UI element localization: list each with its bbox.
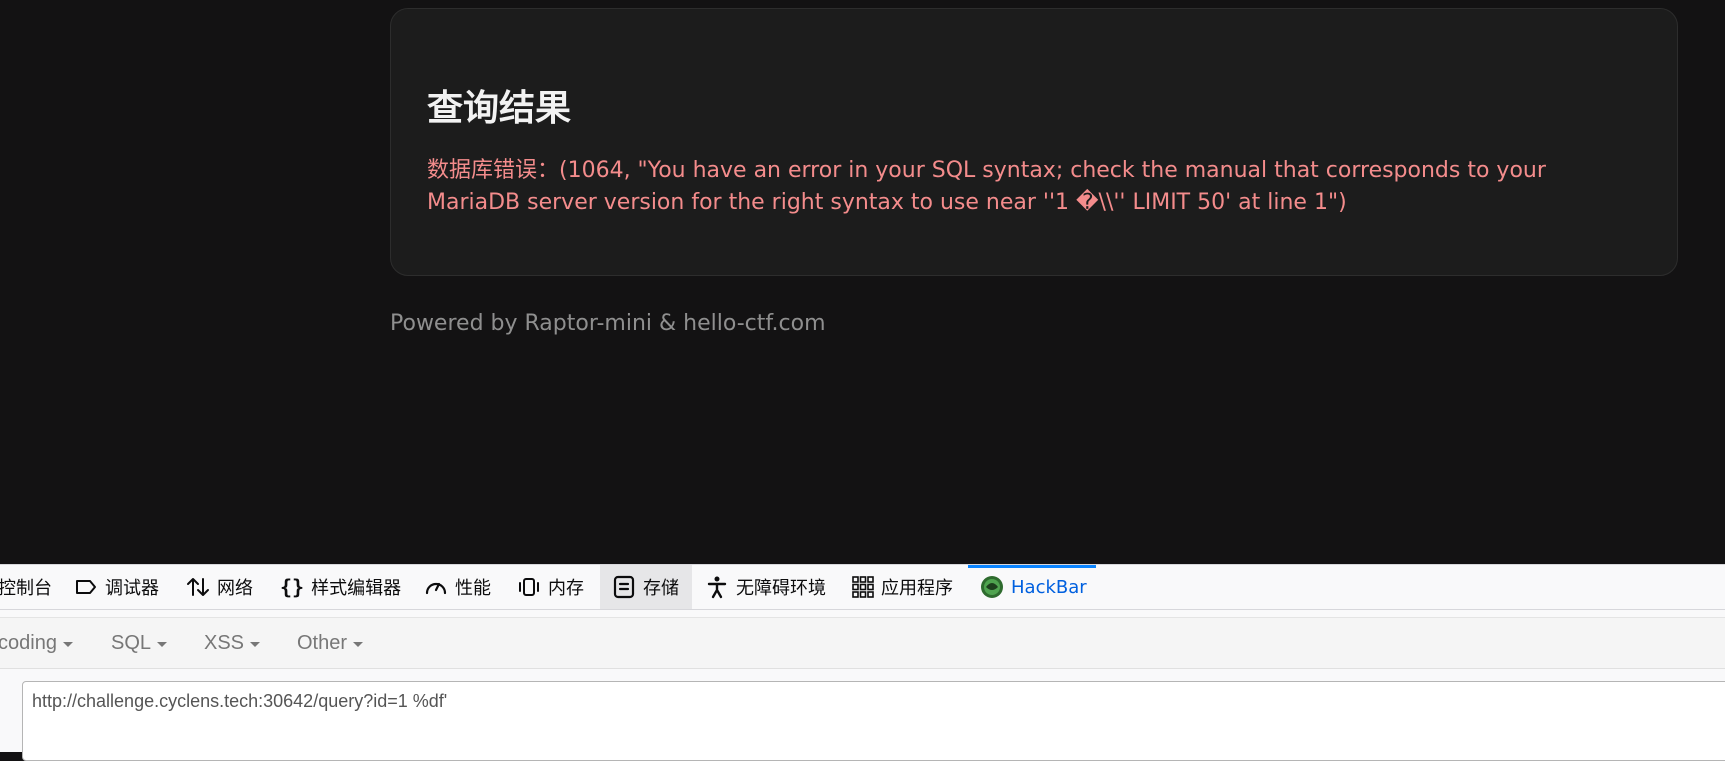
- tab-application[interactable]: 应用程序: [852, 565, 953, 609]
- menu-sql[interactable]: SQL: [111, 618, 168, 668]
- devtools-panel: 控制台 调试器 网络 {} 样式编辑器 性能 内存 存储 无障碍环境 应用程序 …: [0, 564, 1725, 761]
- storage-icon: [612, 575, 636, 599]
- tab-label: 网络: [217, 578, 253, 599]
- hackbar-icon: [980, 575, 1004, 599]
- tab-hackbar[interactable]: HackBar: [968, 565, 1096, 609]
- tab-network[interactable]: 网络: [186, 565, 253, 609]
- tab-label: 应用程序: [881, 578, 953, 599]
- hackbar-menubar: coding SQL XSS Other: [0, 617, 1725, 669]
- accessibility-icon: [705, 575, 729, 599]
- application-icon: [852, 576, 874, 598]
- network-icon: [186, 576, 210, 598]
- menu-encoding[interactable]: coding: [0, 618, 73, 668]
- menu-label: SQL: [111, 631, 152, 654]
- tab-console[interactable]: 控制台: [0, 565, 52, 609]
- menu-label: XSS: [204, 631, 245, 654]
- tab-memory[interactable]: 内存: [517, 565, 584, 609]
- tab-label: 存储: [643, 578, 679, 599]
- menu-label: Other: [297, 631, 348, 654]
- tab-label: 无障碍环境: [736, 578, 826, 599]
- footer-text: Powered by Raptor-mini & hello-ctf.com: [390, 311, 826, 336]
- caret-down-icon: [62, 642, 73, 647]
- caret-down-icon: [250, 642, 261, 647]
- tab-label: 控制台: [0, 578, 52, 599]
- tab-performance[interactable]: 性能: [424, 565, 491, 609]
- debugger-icon: [74, 577, 98, 597]
- tab-accessibility[interactable]: 无障碍环境: [705, 565, 826, 609]
- url-input[interactable]: http://challenge.cyclens.tech:30642/quer…: [22, 681, 1725, 761]
- menu-label: coding: [0, 631, 57, 654]
- tab-storage[interactable]: 存储: [600, 565, 692, 609]
- tab-style-editor[interactable]: {} 样式编辑器: [280, 565, 401, 609]
- tab-label: 性能: [455, 578, 491, 599]
- caret-down-icon: [157, 642, 168, 647]
- caret-down-icon: [353, 642, 364, 647]
- tab-label: 内存: [548, 578, 584, 599]
- style-editor-icon: {}: [280, 575, 305, 599]
- performance-icon: [424, 576, 448, 598]
- tab-label: 调试器: [105, 578, 159, 599]
- menu-other[interactable]: Other: [297, 618, 364, 668]
- error-message: 数据库错误：(1064, "You have an error in your …: [427, 158, 1546, 215]
- tab-label: HackBar: [1011, 576, 1087, 598]
- browser-viewport: 查询结果 数据库错误：(1064, "You have an error in …: [0, 0, 1725, 564]
- devtools-tabbar: 控制台 调试器 网络 {} 样式编辑器 性能 内存 存储 无障碍环境 应用程序 …: [0, 565, 1725, 610]
- result-card: 查询结果 数据库错误：(1064, "You have an error in …: [390, 8, 1678, 276]
- result-title: 查询结果: [427, 88, 572, 129]
- tab-label: 样式编辑器: [311, 578, 402, 599]
- memory-icon: [517, 576, 541, 598]
- tab-debugger[interactable]: 调试器: [74, 565, 159, 609]
- menu-xss[interactable]: XSS: [204, 618, 261, 668]
